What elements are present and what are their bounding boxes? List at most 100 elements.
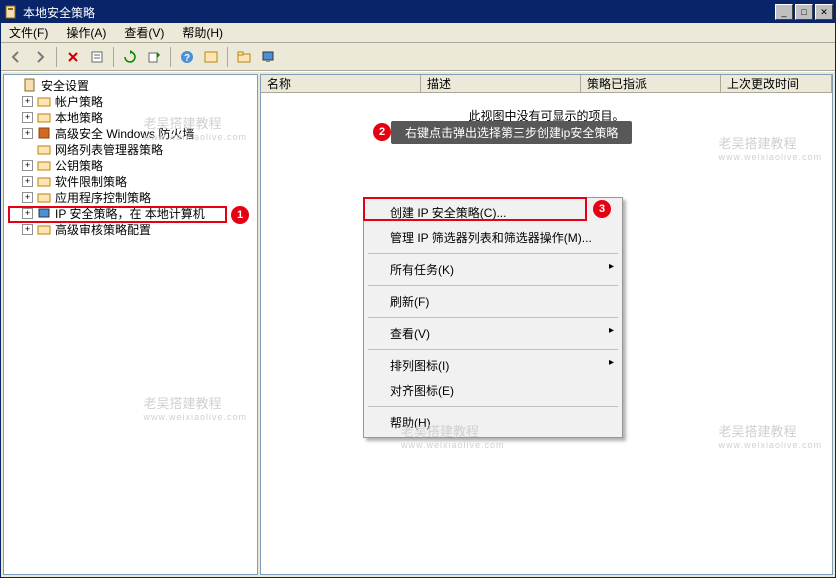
- security-tree: 安全设置 + 帐户策略 + 本地策略 + 高级安全 Windows 防火墙: [4, 75, 257, 239]
- watermark: 老吴搭建教程 www.weixiaolive.com: [143, 393, 247, 422]
- new-policy-button[interactable]: [200, 46, 222, 68]
- tree-item-software[interactable]: + 软件限制策略: [4, 173, 257, 189]
- main-window: 本地安全策略 _ □ ✕ 文件(F) 操作(A) 查看(V) 帮助(H) ?: [0, 0, 836, 578]
- menu-separator: [368, 349, 618, 350]
- svg-text:?: ?: [184, 53, 190, 64]
- expander-icon[interactable]: +: [22, 112, 33, 123]
- window-title: 本地安全策略: [23, 4, 775, 21]
- app-icon: [3, 4, 19, 20]
- tree-item-label: 网络列表管理器策略: [55, 141, 163, 158]
- tree-root-label: 安全设置: [41, 77, 89, 94]
- delete-button[interactable]: [62, 46, 84, 68]
- column-assigned[interactable]: 策略已指派: [581, 75, 721, 92]
- close-button[interactable]: ✕: [815, 4, 833, 20]
- forward-button[interactable]: [29, 46, 51, 68]
- tree-item-label: IP 安全策略，在 本地计算机: [55, 205, 205, 222]
- context-menu: 创建 IP 安全策略(C)... 管理 IP 筛选器列表和筛选器操作(M)...…: [363, 197, 623, 438]
- tree-item-ipsec[interactable]: + IP 安全策略，在 本地计算机: [4, 205, 257, 221]
- folder-icon: [36, 221, 52, 237]
- menu-separator: [368, 285, 618, 286]
- export-button[interactable]: [143, 46, 165, 68]
- tree-item-network[interactable]: 网络列表管理器策略: [4, 141, 257, 157]
- menu-arrange-icons[interactable]: 排列图标(I): [366, 353, 620, 378]
- toolbar: ?: [1, 43, 835, 71]
- security-icon: [22, 77, 38, 93]
- folder-icon: [36, 157, 52, 173]
- tree-item-local[interactable]: + 本地策略: [4, 109, 257, 125]
- tree-item-label: 本地策略: [55, 109, 103, 126]
- tree-item-pubkey[interactable]: + 公钥策略: [4, 157, 257, 173]
- tree-item-label: 帐户策略: [55, 93, 103, 110]
- expander-icon: [8, 80, 19, 91]
- tree-item-label: 高级安全 Windows 防火墙: [55, 125, 194, 142]
- tree-item-label: 高级审核策略配置: [55, 221, 151, 238]
- maximize-button[interactable]: □: [795, 4, 813, 20]
- expander-icon[interactable]: +: [22, 208, 33, 219]
- menu-file[interactable]: 文件(F): [5, 22, 52, 43]
- tree-item-appcontrol[interactable]: + 应用程序控制策略: [4, 189, 257, 205]
- tree-pane[interactable]: 安全设置 + 帐户策略 + 本地策略 + 高级安全 Windows 防火墙: [3, 74, 258, 575]
- column-modified[interactable]: 上次更改时间: [721, 75, 832, 92]
- menu-view[interactable]: 查看(V): [366, 321, 620, 346]
- toolbar-separator: [170, 47, 171, 67]
- menu-separator: [368, 253, 618, 254]
- annotation-badge-1: 1: [231, 206, 249, 224]
- refresh-button[interactable]: [119, 46, 141, 68]
- tree-item-account[interactable]: + 帐户策略: [4, 93, 257, 109]
- tree-root[interactable]: 安全设置: [4, 77, 257, 93]
- list-pane: 名称 描述 策略已指派 上次更改时间 此视图中没有可显示的项目。 右键点击弹出选…: [260, 74, 833, 575]
- annotation-badge-3: 3: [593, 200, 611, 218]
- help-button[interactable]: ?: [176, 46, 198, 68]
- watermark: 老吴搭建教程 www.weixiaolive.com: [718, 133, 822, 162]
- column-name[interactable]: 名称: [261, 75, 421, 92]
- content-area: 安全设置 + 帐户策略 + 本地策略 + 高级安全 Windows 防火墙: [1, 71, 835, 577]
- annotation-badge-2: 2: [373, 123, 391, 141]
- expander-icon: [22, 144, 33, 155]
- menu-separator: [368, 406, 618, 407]
- tree-item-audit[interactable]: + 高级审核策略配置: [4, 221, 257, 237]
- ipsec-icon: [36, 205, 52, 221]
- column-desc[interactable]: 描述: [421, 75, 581, 92]
- firewall-icon: [36, 125, 52, 141]
- folder-icon: [36, 189, 52, 205]
- tree-item-label: 应用程序控制策略: [55, 189, 151, 206]
- menu-all-tasks[interactable]: 所有任务(K): [366, 257, 620, 282]
- expander-icon[interactable]: +: [22, 192, 33, 203]
- expander-icon[interactable]: +: [22, 96, 33, 107]
- window-controls: _ □ ✕: [775, 4, 833, 20]
- expander-icon[interactable]: +: [22, 176, 33, 187]
- menu-action[interactable]: 操作(A): [62, 22, 110, 43]
- list-header: 名称 描述 策略已指派 上次更改时间: [261, 75, 832, 93]
- minimize-button[interactable]: _: [775, 4, 793, 20]
- folder-icon: [36, 141, 52, 157]
- tree-item-firewall[interactable]: + 高级安全 Windows 防火墙: [4, 125, 257, 141]
- menu-view[interactable]: 查看(V): [120, 22, 168, 43]
- toolbar-separator: [113, 47, 114, 67]
- menu-refresh[interactable]: 刷新(F): [366, 289, 620, 314]
- expander-icon[interactable]: +: [22, 160, 33, 171]
- menu-align-icons[interactable]: 对齐图标(E): [366, 378, 620, 403]
- titlebar: 本地安全策略 _ □ ✕: [1, 1, 835, 23]
- folder-icon: [36, 173, 52, 189]
- menu-help[interactable]: 帮助(H): [178, 22, 227, 43]
- menu-separator: [368, 317, 618, 318]
- menu-create-ip-policy[interactable]: 创建 IP 安全策略(C)...: [366, 200, 620, 225]
- folder-button[interactable]: [233, 46, 255, 68]
- menu-manage-filters[interactable]: 管理 IP 筛选器列表和筛选器操作(M)...: [366, 225, 620, 250]
- tree-item-label: 公钥策略: [55, 157, 103, 174]
- folder-icon: [36, 93, 52, 109]
- menu-help[interactable]: 帮助(H): [366, 410, 620, 435]
- list-body[interactable]: 此视图中没有可显示的项目。 右键点击弹出选择第三步创建ip安全策略 2 创建 I…: [261, 93, 832, 574]
- expander-icon[interactable]: +: [22, 224, 33, 235]
- toolbar-separator: [227, 47, 228, 67]
- menubar: 文件(F) 操作(A) 查看(V) 帮助(H): [1, 23, 835, 43]
- watermark: 老吴搭建教程 www.weixiaolive.com: [718, 421, 822, 450]
- computer-button[interactable]: [257, 46, 279, 68]
- toolbar-separator: [56, 47, 57, 67]
- properties-button[interactable]: [86, 46, 108, 68]
- back-button[interactable]: [5, 46, 27, 68]
- expander-icon[interactable]: +: [22, 128, 33, 139]
- tree-item-label: 软件限制策略: [55, 173, 127, 190]
- annotation-tooltip: 右键点击弹出选择第三步创建ip安全策略: [391, 121, 632, 144]
- folder-icon: [36, 109, 52, 125]
